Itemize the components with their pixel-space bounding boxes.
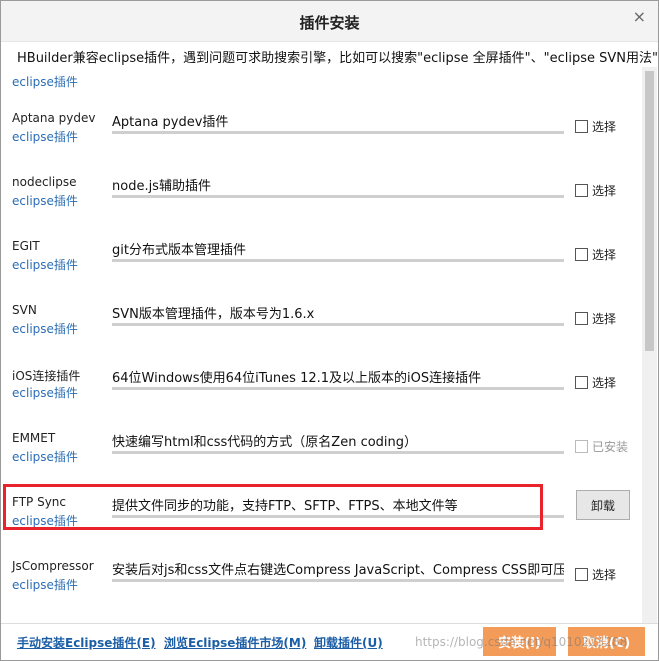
plugin-name: EMMET	[12, 431, 56, 445]
plugin-link[interactable]: eclipse插件	[12, 576, 78, 593]
plugin-name: iOS连接插件	[12, 369, 81, 383]
plugin-install-dialog: 插件安装 × HBuilder兼容eclipse插件，遇到问题可求助搜索引擎，比…	[0, 0, 659, 661]
plugin-row-emmet: EMMET eclipse插件 快速编写html和css代码的方式（原名Zen …	[1, 431, 641, 495]
title-bar: 插件安装 ×	[1, 1, 658, 41]
select-checkbox[interactable]: 选择	[575, 182, 616, 199]
plugin-link[interactable]: eclipse插件	[12, 73, 78, 90]
plugin-name: SVN	[12, 303, 37, 317]
browse-market-link[interactable]: 浏览Eclipse插件市场(M)	[164, 634, 306, 651]
checkbox-icon[interactable]	[575, 312, 588, 325]
uninstall-button[interactable]: 卸载	[576, 490, 630, 520]
description-divider	[112, 451, 564, 454]
uninstall-plugin-link[interactable]: 卸载插件(U)	[314, 634, 383, 651]
plugin-description: 安装后对js和css文件点右键选Compress JavaScript、Comp…	[112, 563, 564, 578]
description-divider	[112, 323, 564, 326]
plugin-row-ftp-sync: FTP Sync eclipse插件 提供文件同步的功能，支持FTP、SFTP、…	[1, 490, 641, 559]
plugin-description: git分布式版本管理插件	[112, 243, 246, 258]
select-checkbox[interactable]: 选择	[575, 566, 616, 583]
plugin-description: 64位Windows使用64位iTunes 12.1及以上版本的iOS连接插件	[112, 371, 482, 386]
checkbox-label: 选择	[592, 248, 617, 262]
select-checkbox[interactable]: 选择	[575, 246, 616, 263]
close-icon[interactable]: ×	[633, 7, 646, 26]
hint-bar: HBuilder兼容eclipse插件，遇到问题可求助搜索引擎，比如可以搜索"e…	[1, 41, 658, 68]
checkbox-icon[interactable]	[575, 376, 588, 389]
plugin-name: FTP Sync	[12, 495, 66, 509]
manual-install-link[interactable]: 手动安装Eclipse插件(E)	[17, 634, 156, 651]
select-checkbox[interactable]: 选择	[575, 310, 616, 327]
plugin-link[interactable]: eclipse插件	[12, 320, 78, 337]
description-divider	[112, 515, 564, 518]
checkbox-icon[interactable]	[575, 120, 588, 133]
checkbox-label: 选择	[592, 312, 617, 326]
plugin-link[interactable]: eclipse插件	[12, 448, 78, 465]
description-divider	[112, 259, 564, 262]
select-checkbox[interactable]: 选择	[575, 374, 616, 391]
checkbox-icon[interactable]	[575, 568, 588, 581]
install-button[interactable]: 安装(I)	[483, 627, 556, 656]
installed-checkbox: 已安装	[575, 438, 628, 455]
checkbox-icon[interactable]	[575, 184, 588, 197]
scrollbar-thumb[interactable]	[645, 71, 654, 351]
plugin-row-egit: EGIT eclipse插件 git分布式版本管理插件 选择	[1, 239, 641, 303]
plugin-link[interactable]: eclipse插件	[12, 512, 78, 529]
plugin-description: 快速编写html和css代码的方式（原名Zen coding）	[112, 435, 418, 450]
plugin-link[interactable]: eclipse插件	[12, 128, 78, 145]
description-divider	[112, 579, 564, 582]
plugin-list: eclipse插件 Aptana pydev eclipse插件 Aptana …	[1, 67, 641, 623]
plugin-description: node.js辅助插件	[112, 179, 211, 194]
vertical-scrollbar[interactable]	[642, 67, 657, 623]
description-divider	[112, 131, 564, 134]
checkbox-label: 选择	[592, 120, 617, 134]
plugin-name: Aptana pydev	[12, 111, 96, 125]
plugin-row-jscompressor: JsCompressor eclipse插件 安装后对js和css文件点右键选C…	[1, 559, 641, 623]
plugin-row-ios: iOS连接插件 eclipse插件 64位Windows使用64位iTunes …	[1, 367, 641, 431]
checkbox-label: 已安装	[592, 440, 629, 454]
footer-bar: 手动安装Eclipse插件(E) 浏览Eclipse插件市场(M) 卸载插件(U…	[1, 623, 658, 660]
plugin-row-svn: SVN eclipse插件 SVN版本管理插件，版本号为1.6.x 选择	[1, 303, 641, 367]
hint-text: HBuilder兼容eclipse插件，遇到问题可求助搜索引擎，比如可以搜索"e…	[17, 51, 658, 66]
plugin-link[interactable]: eclipse插件	[12, 192, 78, 209]
cancel-button[interactable]: 取消(C)	[568, 627, 645, 656]
plugin-name: nodeclipse	[12, 175, 77, 189]
plugin-row-aptana-pydev: Aptana pydev eclipse插件 Aptana pydev插件 选择	[1, 111, 641, 175]
plugin-name: JsCompressor	[12, 559, 94, 573]
description-divider	[112, 195, 564, 198]
plugin-link[interactable]: eclipse插件	[12, 256, 78, 273]
checkbox-icon	[575, 440, 588, 453]
dialog-title: 插件安装	[299, 14, 360, 32]
plugin-description: SVN版本管理插件，版本号为1.6.x	[112, 307, 315, 322]
plugin-link[interactable]: eclipse插件	[12, 384, 78, 401]
checkbox-label: 选择	[592, 376, 617, 390]
plugin-description: 提供文件同步的功能，支持FTP、SFTP、FTPS、本地文件等	[112, 499, 458, 514]
checkbox-icon[interactable]	[575, 248, 588, 261]
select-checkbox[interactable]: 选择	[575, 118, 616, 135]
plugin-name: EGIT	[12, 239, 40, 253]
plugin-description: Aptana pydev插件	[112, 115, 229, 130]
checkbox-label: 选择	[592, 568, 617, 582]
description-divider	[112, 387, 564, 390]
checkbox-label: 选择	[592, 184, 617, 198]
plugin-row-nodeclipse: nodeclipse eclipse插件 node.js辅助插件 选择	[1, 175, 641, 239]
